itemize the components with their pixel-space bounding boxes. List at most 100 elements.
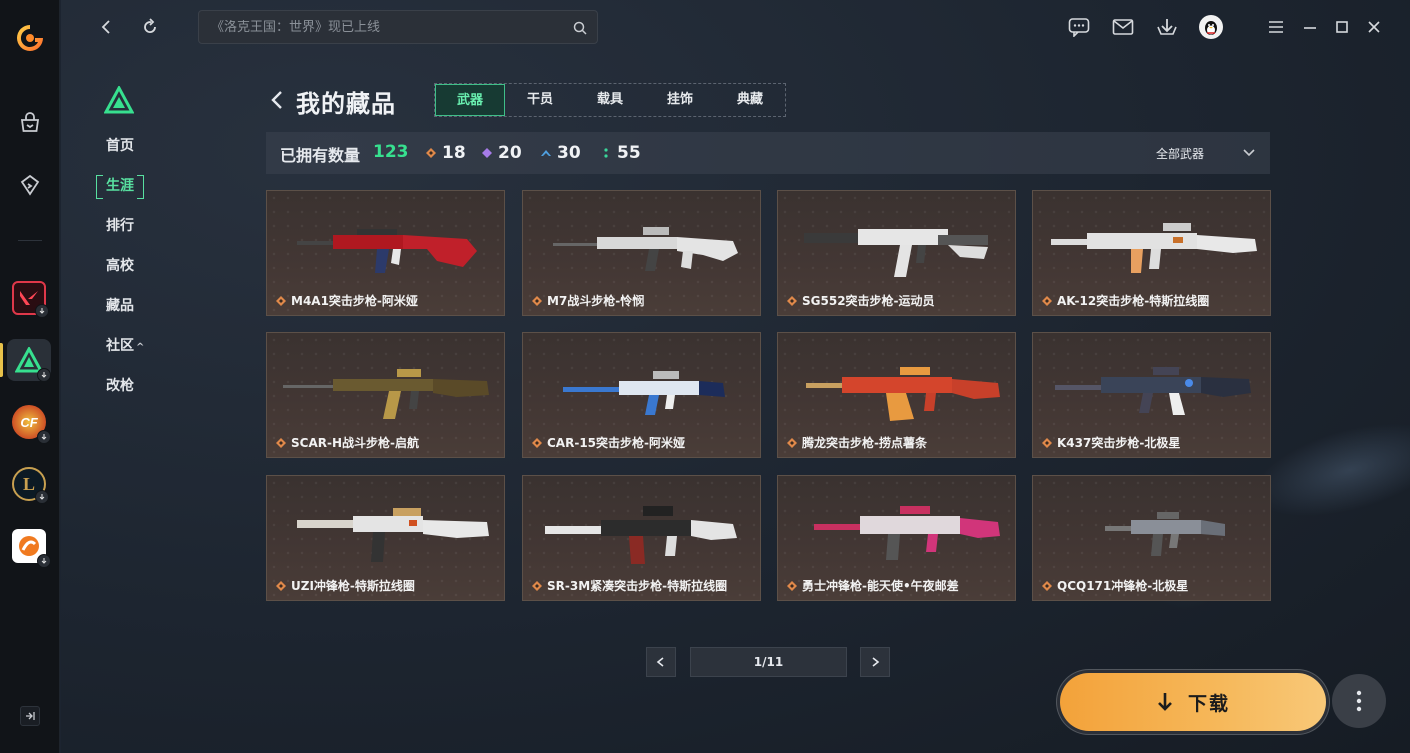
valorant-game-icon[interactable] (12, 281, 49, 318)
rarity-orange-icon (787, 438, 797, 448)
rarity-stat-blue: 30 (541, 143, 581, 163)
weapon-image (297, 508, 489, 562)
weapon-name: SG552突击步枪-运动员 (802, 294, 935, 308)
owned-count-value: 123 (373, 142, 409, 162)
tab-weapons[interactable]: 武器 (435, 84, 505, 116)
page-title: 我的藏品 (296, 90, 396, 118)
rarity-orange-icon (276, 438, 286, 448)
launcher-logo-icon[interactable] (14, 22, 46, 54)
nav-item-label: 藏品 (106, 298, 134, 314)
weapon-card[interactable]: M4A1突击步枪-阿米娅 (266, 190, 505, 316)
close-icon[interactable] (1362, 15, 1386, 39)
chevron-blue-icon (541, 150, 551, 156)
nav-item-label: 生涯 (96, 175, 144, 199)
weapon-card[interactable]: M7战斗步枪-怜悯 (522, 190, 761, 316)
penguin-avatar-icon (1205, 21, 1217, 35)
tab-charms[interactable]: 挂饰 (645, 84, 715, 116)
prev-page-button[interactable] (646, 647, 676, 677)
nav-item-ranking[interactable]: 排行 (96, 210, 216, 250)
app-rail: CF L (0, 0, 60, 753)
weapon-image (804, 229, 988, 277)
nav-item-label: 排行 (106, 218, 134, 234)
avatar[interactable] (1199, 15, 1223, 39)
weapon-card[interactable]: SCAR-H战斗步枪-启航 (266, 332, 505, 458)
tab-operators[interactable]: 干员 (505, 84, 575, 116)
more-vertical-icon (1356, 690, 1362, 712)
rarity-orange-icon (276, 581, 286, 591)
game-controller-icon[interactable] (15, 170, 45, 200)
tab-collectibles[interactable]: 典藏 (715, 84, 785, 116)
delta-force-game-icon[interactable] (12, 343, 51, 382)
weapon-card[interactable]: 腾龙突击步枪-捞点薯条 (777, 332, 1016, 458)
rarity-orange-icon (532, 581, 542, 591)
weapon-card[interactable]: AK-12突击步枪-特斯拉线圈 (1032, 190, 1271, 316)
weapon-card[interactable]: CAR-15突击步枪-阿米娅 (522, 332, 761, 458)
store-icon[interactable] (15, 108, 45, 138)
dots-green-icon (604, 148, 608, 158)
diamond-orange-icon (426, 148, 436, 158)
chevron-right-icon (872, 657, 880, 667)
delta-force-logo-icon (103, 84, 135, 114)
chevron-left-icon (101, 20, 110, 34)
page-indicator[interactable]: 1/11 (690, 647, 847, 677)
weapon-image (1055, 367, 1251, 415)
menu-icon[interactable] (1264, 15, 1288, 39)
top-bar (61, 0, 1410, 54)
owned-count-label: 已拥有数量 (280, 146, 361, 165)
nav-item-community[interactable]: 社区 ^ (96, 330, 216, 370)
orange-game-icon[interactable] (12, 529, 51, 568)
rarity-orange-icon (1042, 296, 1052, 306)
chat-icon[interactable] (1067, 15, 1091, 39)
search-icon[interactable] (573, 20, 587, 39)
chevron-left-icon (271, 91, 282, 109)
weapon-card[interactable]: K437突击步枪-北极星 (1032, 332, 1271, 458)
back-button[interactable] (94, 14, 120, 40)
nav-item-home[interactable]: 首页 (96, 130, 216, 170)
rail-divider (18, 240, 42, 241)
weapon-image (297, 229, 477, 273)
nav-item-campus[interactable]: 高校 (96, 250, 216, 290)
weapon-card[interactable]: QCQ171冲锋枪-北极星 (1032, 475, 1271, 601)
minimize-icon[interactable] (1298, 15, 1322, 39)
mail-icon[interactable] (1111, 15, 1135, 39)
nav-item-gunsmith[interactable]: 改枪 (96, 370, 216, 410)
download-button[interactable]: 下载 (1060, 673, 1326, 731)
weapon-filter-dropdown[interactable]: 全部武器 (1156, 145, 1204, 162)
more-options-button[interactable] (1332, 674, 1386, 728)
search-input[interactable] (211, 19, 561, 35)
weapon-name: 勇士冲锋枪-能天使•午夜邮差 (802, 579, 959, 593)
weapon-card[interactable]: SR-3M紧凑突击步枪-特斯拉线圈 (522, 475, 761, 601)
weapon-image (283, 369, 489, 419)
league-of-legends-game-icon[interactable]: L (12, 467, 49, 504)
collapse-sidebar-button[interactable] (20, 706, 40, 726)
weapon-name: QCQ171冲锋枪-北极星 (1057, 579, 1189, 593)
download-label: 下载 (1187, 692, 1230, 715)
weapon-name: 腾龙突击步枪-捞点薯条 (802, 436, 927, 450)
nav-item-career[interactable]: 生涯 (96, 170, 216, 210)
search-bar[interactable] (198, 10, 598, 44)
crossfire-game-icon[interactable]: CF (12, 405, 51, 444)
next-page-button[interactable] (860, 647, 890, 677)
maximize-icon[interactable] (1330, 15, 1354, 39)
download-manager-icon[interactable] (1155, 15, 1179, 39)
rarity-orange-icon (1042, 438, 1052, 448)
rarity-count: 18 (442, 143, 466, 163)
weapon-card[interactable]: UZI冲锋枪-特斯拉线圈 (266, 475, 505, 601)
active-game-indicator (0, 343, 3, 377)
nav-item-collection[interactable]: 藏品 (96, 290, 216, 330)
rarity-orange-icon (532, 438, 542, 448)
weapon-image (1051, 223, 1257, 273)
tab-vehicles[interactable]: 载具 (575, 84, 645, 116)
nav-item-label: 改枪 (106, 378, 134, 394)
nav-item-label: 社区 (106, 338, 134, 354)
refresh-button[interactable] (137, 14, 163, 40)
chevron-down-icon[interactable] (1241, 144, 1257, 164)
weapon-name: UZI冲锋枪-特斯拉线圈 (291, 579, 415, 593)
download-badge-icon (37, 430, 51, 444)
weapon-name: K437突击步枪-北极星 (1057, 436, 1181, 450)
rarity-orange-icon (532, 296, 542, 306)
collection-back-button[interactable] (268, 88, 286, 112)
weapon-card[interactable]: 勇士冲锋枪-能天使•午夜邮差 (777, 475, 1016, 601)
weapon-name: SR-3M紧凑突击步枪-特斯拉线圈 (547, 579, 728, 593)
weapon-card[interactable]: SG552突击步枪-运动员 (777, 190, 1016, 316)
